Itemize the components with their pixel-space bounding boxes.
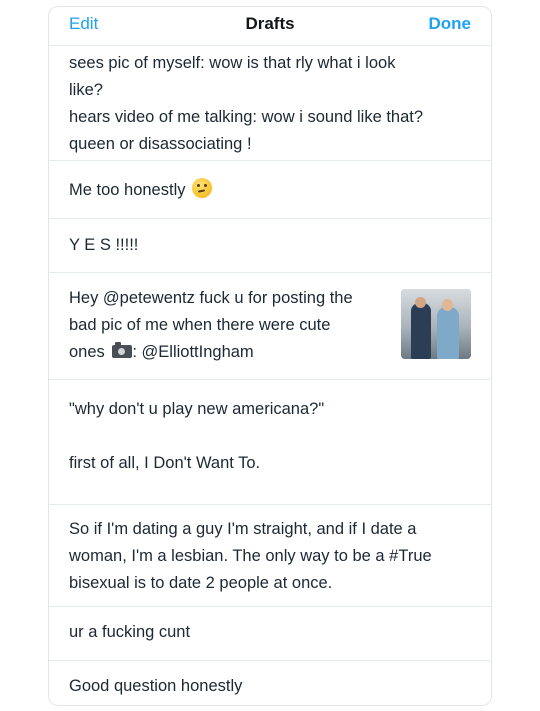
draft-item[interactable]: ur a fucking cunt [49,607,491,661]
draft-text: first of all, I Don't Want To. [69,454,261,472]
draft-text: woman, I'm a lesbian. The only way to be… [69,547,432,565]
draft-item[interactable]: Good question honestly [49,661,491,705]
draft-text-content: Me too honestly [69,181,186,199]
draft-item[interactable]: Me too honestly [49,161,491,219]
draft-item[interactable]: sees pic of myself: wow is that rly what… [49,46,491,161]
page-title: Drafts [245,14,295,33]
draft-text: queen or disassociating ! [69,135,252,153]
draft-text: sees pic of myself: wow is that rly what… [69,54,396,72]
camera-icon [112,342,133,358]
draft-text: ur a fucking cunt [69,623,191,641]
draft-text [69,423,471,450]
drafts-panel: Edit Drafts Done sees pic of myself: wow… [48,6,492,706]
draft-text: Me too honestly [69,177,471,204]
draft-text: bisexual is to date 2 people at once. [69,574,333,592]
draft-text: "why don't u play new americana?" [69,400,325,418]
drafts-header: Edit Drafts Done [49,7,491,46]
draft-text: So if I'm dating a guy I'm straight, and… [69,520,417,538]
draft-text-content: : @ElliottIngham [132,343,254,361]
draft-text: like? [69,81,103,99]
draft-text: Y E S !!!!! [69,236,139,254]
draft-thumbnail-image[interactable] [401,289,471,359]
draft-item[interactable]: "why don't u play new americana?" first … [49,380,491,505]
thinking-face-emoji-icon [192,178,213,198]
draft-item[interactable]: Hey @petewentz fuck u for posting the ba… [49,273,491,380]
draft-item[interactable]: So if I'm dating a guy I'm straight, and… [49,505,491,607]
draft-text-content: ones [69,343,105,361]
done-button[interactable]: Done [429,14,472,34]
draft-text: Good question honestly [69,677,243,695]
draft-text: hears video of me talking: wow i sound l… [69,108,424,126]
draft-item[interactable]: Y E S !!!!! [49,219,491,273]
